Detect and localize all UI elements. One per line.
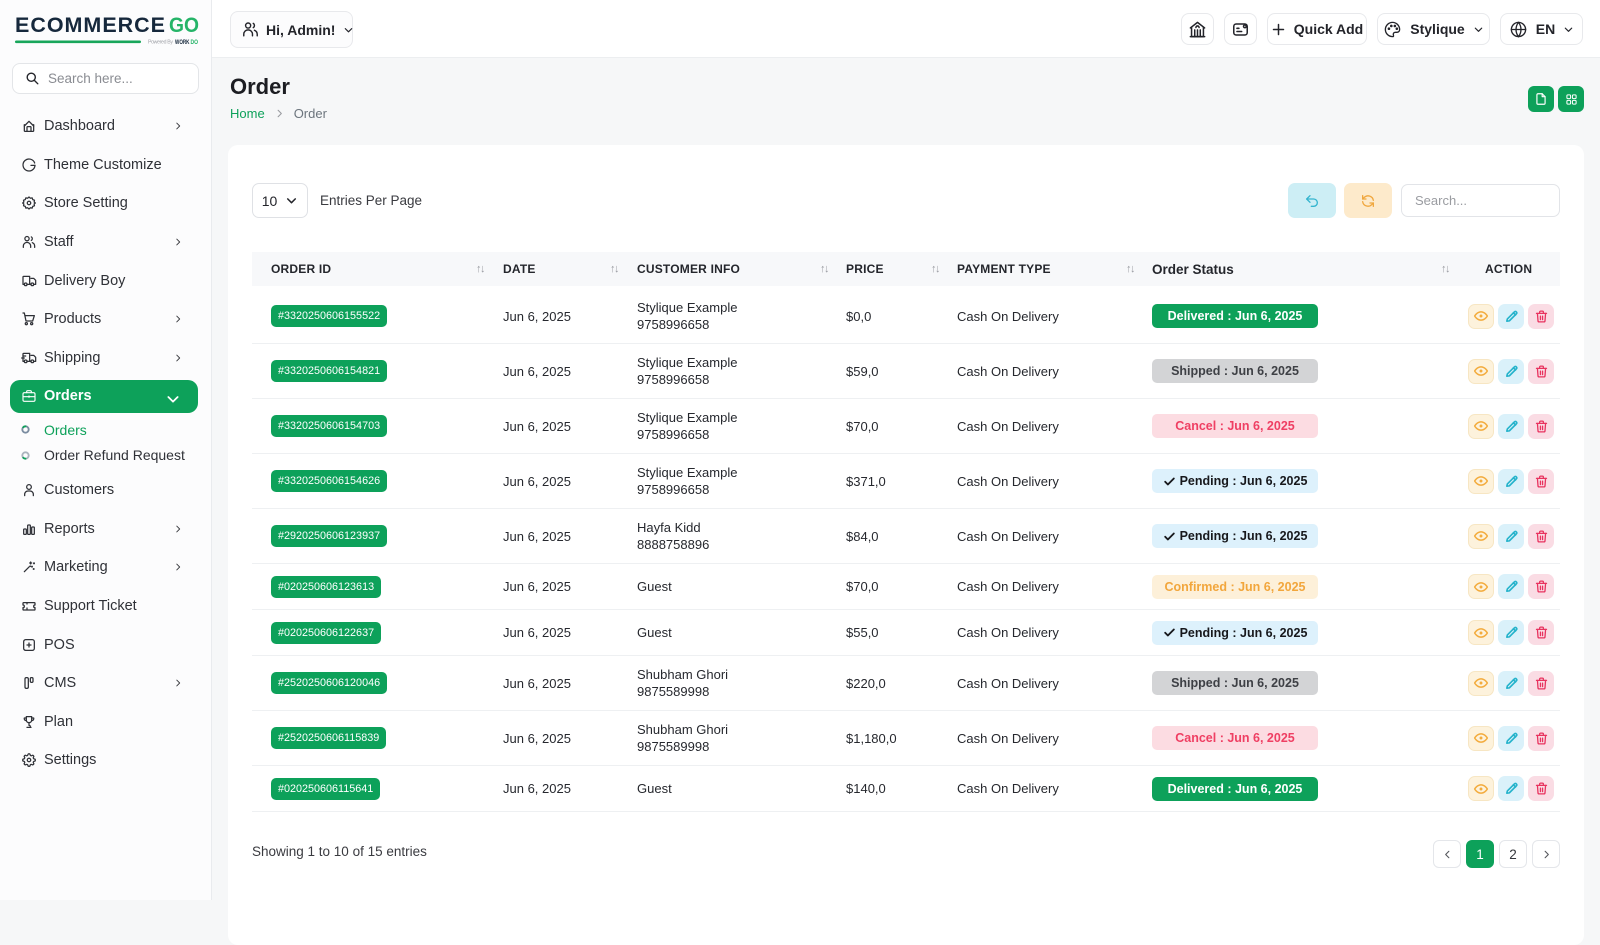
svg-text:Powered By: Powered By bbox=[148, 40, 173, 46]
svg-text:WORK: WORK bbox=[175, 39, 190, 46]
svg-text:GO: GO bbox=[169, 13, 199, 37]
svg-text:ECOMMERCE: ECOMMERCE bbox=[15, 13, 166, 37]
svg-text:DO: DO bbox=[191, 39, 199, 46]
